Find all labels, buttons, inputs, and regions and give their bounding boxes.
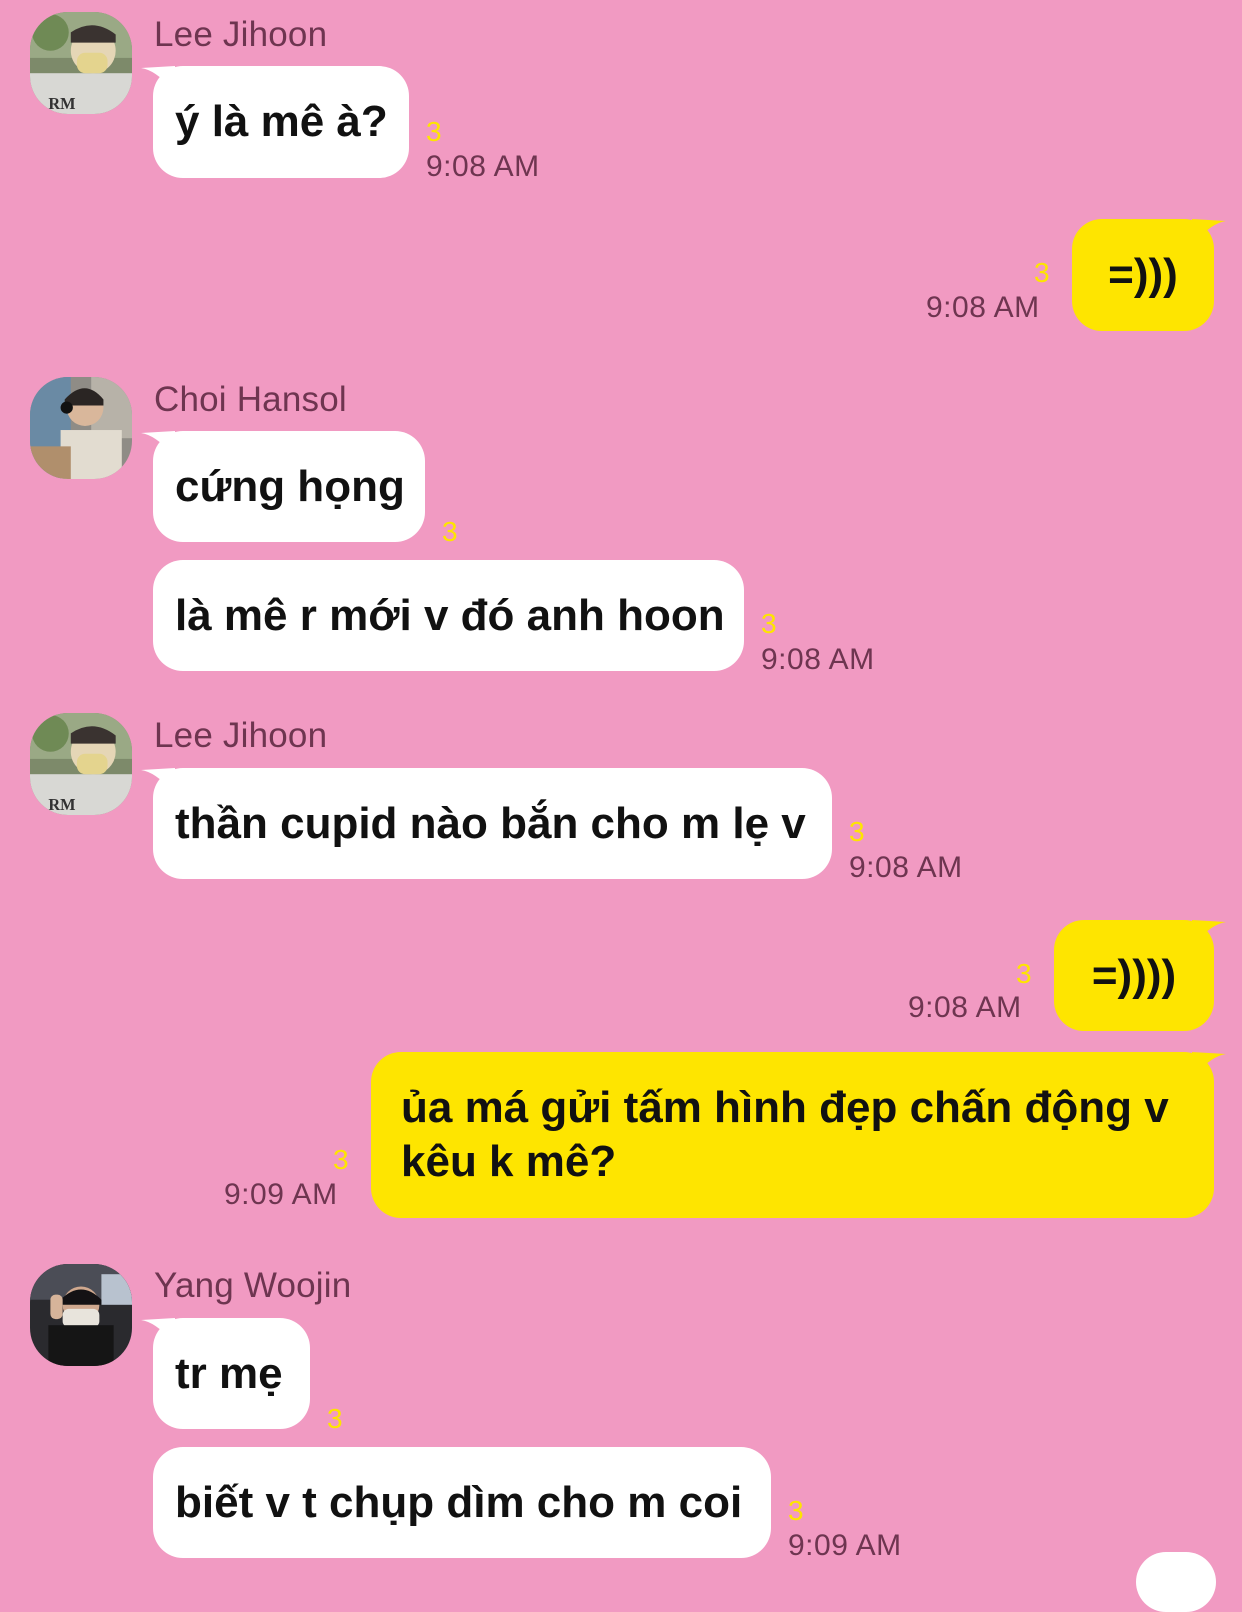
bubble-tail [1192,920,1226,950]
profile-photo-icon [30,1264,132,1366]
message-bubble[interactable]: biết v t chụp dìm cho m coi [153,1447,771,1558]
message-text: ủa má gửi tấm hình đẹp chấn động v kêu k… [401,1083,1169,1186]
avatar-lee-jihoon[interactable]: RM [30,713,132,815]
profile-photo-icon: RM [30,713,132,815]
message-text: ý là mê à? [175,97,388,146]
avatar-lee-jihoon[interactable]: RM [30,12,132,114]
message-time: 9:08 AM [761,643,875,676]
unread-count: 3 [426,116,442,147]
unread-count: 3 [1034,257,1050,288]
sender-name: Lee Jihoon [154,15,328,54]
message-bubble[interactable]: tr mẹ [141,1318,310,1429]
bubble-tail [141,768,175,798]
unread-count: 3 [442,516,458,547]
message-bubble[interactable]: thần cupid nào bắn cho m lẹ v [141,768,832,879]
message-time: 9:08 AM [908,991,1022,1024]
sender-name: Lee Jihoon [154,716,328,755]
message-text: là mê r mới v đó anh hoon [175,590,725,640]
unread-count: 3 [1016,958,1032,989]
avatar-choi-hansol[interactable] [30,377,132,479]
unread-count: 3 [327,1403,343,1434]
message-time: 9:09 AM [788,1529,902,1562]
profile-photo-icon [30,377,132,479]
bubble-tail [141,431,175,461]
message-bubble[interactable]: ủa má gửi tấm hình đẹp chấn động v kêu k… [371,1052,1226,1218]
message-bubble[interactable]: =))) [1072,219,1226,331]
profile-photo-icon: RM [30,12,132,114]
avatar-yang-woojin[interactable] [30,1264,132,1366]
unread-count: 3 [788,1495,804,1526]
message-bubble-partial[interactable] [1136,1552,1216,1612]
message-text: thần cupid nào bắn cho m lẹ v [175,798,806,848]
sender-name: Choi Hansol [154,380,347,419]
unread-count: 3 [333,1144,349,1175]
bubble-tail [1192,1052,1226,1082]
bubble-tail [141,66,175,96]
unread-count: 3 [761,608,777,639]
unread-count: 3 [849,816,865,847]
message-bubble[interactable]: =)))) [1054,920,1226,1031]
sender-name: Yang Woojin [154,1266,352,1305]
message-text: =))) [1108,250,1178,299]
message-time: 9:08 AM [426,150,540,183]
bubble-tail [141,1318,175,1348]
message-time: 9:08 AM [849,851,963,884]
bubble-tail [1192,219,1226,249]
message-bubble[interactable]: ý là mê à? [141,66,409,178]
svg-text:RM: RM [48,795,75,814]
message-text: tr mẹ [175,1348,283,1398]
message-text: =)))) [1091,950,1177,1000]
message-bubble[interactable]: là mê r mới v đó anh hoon [153,560,744,671]
message-text: biết v t chụp dìm cho m coi [175,1477,743,1527]
message-time: 9:09 AM [224,1178,338,1211]
svg-text:RM: RM [48,94,75,113]
message-time: 9:08 AM [926,291,1040,324]
message-text: cứng họng [175,461,405,511]
message-bubble[interactable]: cứng họng [141,431,425,542]
